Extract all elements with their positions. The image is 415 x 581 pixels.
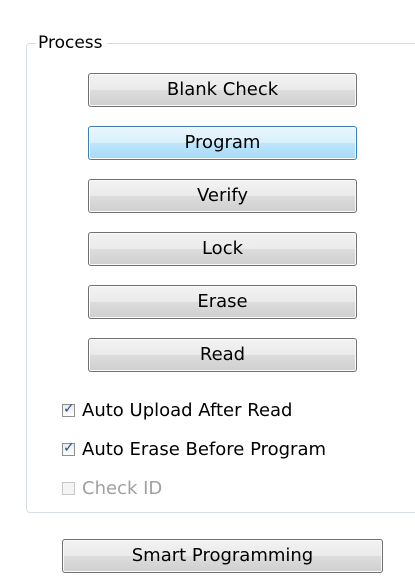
auto-upload-after-read-label: Auto Upload After Read [82, 399, 293, 421]
lock-button[interactable]: Lock [88, 232, 357, 266]
program-button[interactable]: Program [88, 126, 357, 160]
erase-button[interactable]: Erase [88, 285, 357, 319]
auto-erase-before-program-label: Auto Erase Before Program [82, 438, 327, 460]
smart-programming-button[interactable]: Smart Programming [62, 539, 383, 573]
checkbox-box[interactable] [62, 481, 75, 495]
checkmark-icon: ✓ [63, 400, 75, 417]
read-button[interactable]: Read [88, 338, 357, 372]
verify-button[interactable]: Verify [88, 179, 357, 213]
checkbox-box[interactable]: ✓ [62, 440, 75, 456]
auto-upload-after-read-checkbox[interactable]: ✓ Auto Upload After Read [62, 399, 292, 421]
auto-erase-before-program-checkbox[interactable]: ✓ Auto Erase Before Program [62, 438, 326, 460]
blank-check-button[interactable]: Blank Check [88, 73, 357, 107]
process-group-title: Process [36, 33, 107, 53]
check-id-checkbox[interactable]: Check ID [62, 477, 162, 499]
checkmark-icon: ✓ [63, 439, 75, 456]
checkbox-box[interactable]: ✓ [62, 401, 75, 417]
check-id-label: Check ID [82, 477, 163, 499]
